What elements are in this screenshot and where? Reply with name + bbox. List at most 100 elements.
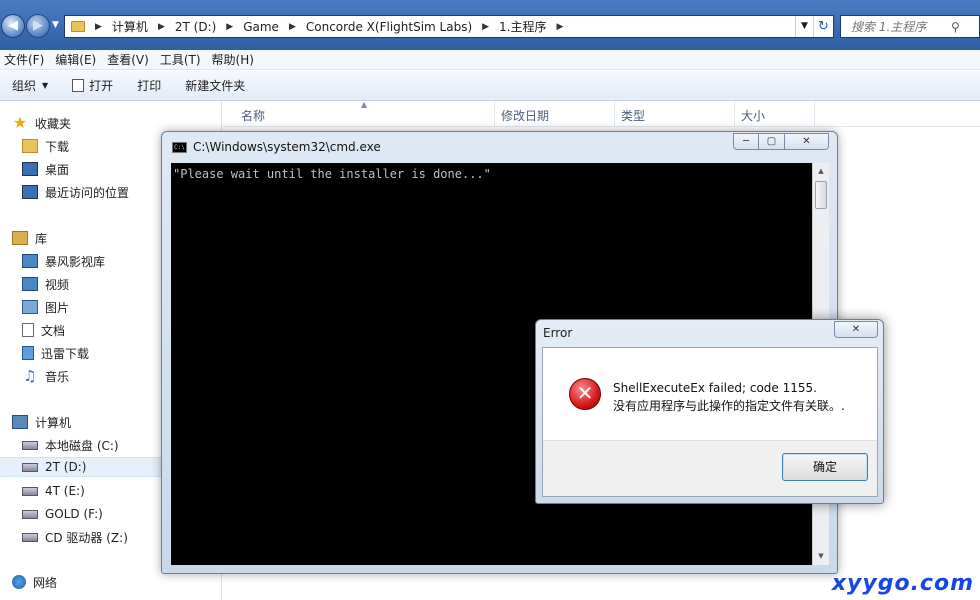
new-folder-label: 新建文件夹 bbox=[185, 79, 246, 93]
dialog-close-button[interactable]: ✕ bbox=[834, 321, 878, 338]
media-library-icon bbox=[22, 254, 38, 268]
breadcrumb-concorde[interactable]: Concorde X(FlightSim Labs) bbox=[300, 20, 478, 34]
sidebar-label: 音乐 bbox=[45, 369, 70, 384]
folder-icon bbox=[71, 21, 85, 32]
menu-tools[interactable]: 工具(T) bbox=[156, 51, 205, 68]
sidebar-item-drive-z[interactable]: CD 驱动器 (Z:) bbox=[22, 527, 128, 547]
sidebar-item-pictures[interactable]: 图片 bbox=[22, 297, 69, 317]
sidebar-item-drive-e[interactable]: 4T (E:) bbox=[22, 481, 85, 501]
sidebar-item-videos[interactable]: 视频 bbox=[22, 274, 69, 294]
menu-edit[interactable]: 编辑(E) bbox=[51, 51, 100, 68]
recent-pages-dropdown[interactable]: ▼ bbox=[52, 20, 59, 30]
open-icon bbox=[72, 79, 85, 92]
breadcrumb-drive-d[interactable]: 2T (D:) bbox=[169, 20, 222, 34]
sidebar-label: 视频 bbox=[45, 277, 70, 292]
cmd-title: C:\Windows\system32\cmd.exe bbox=[193, 140, 381, 154]
chevron-right-icon[interactable]: ▶ bbox=[91, 22, 106, 32]
column-header-row: ▲ 名称 修改日期 类型 大小 bbox=[223, 100, 980, 127]
ok-button[interactable]: 确定 bbox=[782, 453, 868, 481]
column-type[interactable]: 类型 bbox=[615, 101, 735, 127]
print-label: 打印 bbox=[137, 79, 162, 93]
sidebar-label: 桌面 bbox=[45, 162, 70, 177]
menu-file[interactable]: 文件(F) bbox=[0, 51, 48, 68]
drive-icon bbox=[22, 440, 38, 450]
sidebar-favorites[interactable]: ★ 收藏夹 bbox=[12, 113, 71, 133]
sidebar-libraries[interactable]: 库 bbox=[12, 228, 47, 248]
cd-drive-icon bbox=[22, 532, 38, 542]
address-dropdown-button[interactable]: ▼ bbox=[795, 16, 813, 37]
sort-arrow-icon: ▲ bbox=[361, 100, 368, 109]
chevron-right-icon[interactable]: ▶ bbox=[154, 22, 169, 32]
sidebar-network[interactable]: 网络 bbox=[12, 572, 57, 592]
refresh-icon[interactable]: ↻ bbox=[813, 16, 833, 37]
sidebar-item-recent[interactable]: 最近访问的位置 bbox=[22, 182, 129, 202]
new-folder-button[interactable]: 新建文件夹 bbox=[173, 77, 257, 94]
open-label: 打开 bbox=[89, 79, 114, 93]
breadcrumb-game[interactable]: Game bbox=[237, 20, 285, 34]
error-dialog-title: Error bbox=[543, 326, 573, 340]
sidebar-label: 文档 bbox=[41, 323, 66, 338]
column-date-modified[interactable]: 修改日期 bbox=[495, 101, 615, 127]
error-message-line1: ShellExecuteEx failed; code 1155. bbox=[613, 381, 817, 395]
chevron-down-icon: ▼ bbox=[42, 81, 49, 90]
column-name[interactable]: 名称 bbox=[223, 101, 495, 127]
picture-icon bbox=[22, 300, 38, 314]
back-button[interactable]: ◀ bbox=[1, 14, 25, 38]
scroll-thumb[interactable] bbox=[815, 181, 827, 209]
breadcrumb: ▶ 计算机 ▶ 2T (D:) ▶ Game ▶ Concorde X(Flig… bbox=[91, 18, 567, 35]
sidebar-computer[interactable]: 计算机 bbox=[12, 412, 71, 432]
menu-view[interactable]: 查看(V) bbox=[103, 51, 153, 68]
organize-button[interactable]: 组织 ▼ bbox=[0, 77, 60, 94]
chevron-right-icon[interactable]: ▶ bbox=[285, 22, 300, 32]
sidebar-label: 本地磁盘 (C:) bbox=[45, 438, 119, 453]
library-icon bbox=[12, 231, 28, 245]
chevron-right-icon[interactable]: ▶ bbox=[478, 22, 493, 32]
sidebar-label: GOLD (F:) bbox=[45, 507, 103, 521]
sidebar-label: 4T (E:) bbox=[45, 484, 85, 498]
sidebar-item-desktop[interactable]: 桌面 bbox=[22, 159, 69, 179]
search-box[interactable]: ⚲ bbox=[840, 15, 980, 38]
column-size[interactable]: 大小 bbox=[735, 101, 815, 127]
sidebar-label: 下载 bbox=[45, 139, 70, 154]
document-icon bbox=[22, 323, 34, 337]
computer-icon bbox=[12, 415, 28, 429]
sidebar-item-downloads[interactable]: 下载 bbox=[22, 136, 69, 156]
maximize-button[interactable]: ▢ bbox=[759, 133, 785, 150]
sidebar-item-drive-f[interactable]: GOLD (F:) bbox=[22, 504, 103, 524]
breadcrumb-main-program[interactable]: 1.主程序 bbox=[493, 18, 552, 35]
scroll-down-icon[interactable]: ▼ bbox=[813, 548, 829, 565]
menubar: 文件(F) 编辑(E) 查看(V) 工具(T) 帮助(H) bbox=[0, 50, 980, 70]
drive-icon bbox=[22, 509, 38, 519]
chevron-right-icon[interactable]: ▶ bbox=[222, 22, 237, 32]
sidebar-item-documents[interactable]: 文档 bbox=[22, 320, 65, 340]
minimize-button[interactable]: ─ bbox=[733, 133, 759, 150]
sidebar-item-baofeng[interactable]: 暴风影视库 bbox=[22, 251, 105, 271]
sidebar-item-thunder[interactable]: 迅雷下载 bbox=[22, 343, 89, 363]
address-bar-area: ◀ ▶ ▼ ▶ 计算机 ▶ 2T (D:) ▶ Game ▶ Concorde … bbox=[0, 0, 980, 50]
error-message-line2: 没有应用程序与此操作的指定文件有关联。. bbox=[613, 399, 845, 413]
drive-icon bbox=[22, 486, 38, 496]
breadcrumb-computer[interactable]: 计算机 bbox=[106, 18, 154, 35]
sidebar-label: 收藏夹 bbox=[35, 116, 72, 131]
search-input[interactable] bbox=[851, 19, 951, 34]
close-button[interactable]: ✕ bbox=[785, 133, 829, 150]
error-dialog-body: ✕ ShellExecuteEx failed; code 1155. 没有应用… bbox=[542, 347, 878, 497]
sidebar-label: 库 bbox=[35, 231, 48, 246]
error-dialog[interactable]: Error ✕ ✕ ShellExecuteEx failed; code 11… bbox=[535, 319, 884, 504]
sidebar-item-drive-c[interactable]: 本地磁盘 (C:) bbox=[22, 435, 119, 455]
video-icon bbox=[22, 277, 38, 291]
print-button[interactable]: 打印 bbox=[125, 77, 173, 94]
sidebar-label: 迅雷下载 bbox=[41, 346, 90, 361]
forward-button[interactable]: ▶ bbox=[26, 14, 50, 38]
sidebar-item-music[interactable]: ♫ 音乐 bbox=[22, 366, 69, 386]
music-note-icon: ♫ bbox=[23, 367, 37, 385]
menu-help[interactable]: 帮助(H) bbox=[208, 51, 258, 68]
scroll-up-icon[interactable]: ▲ bbox=[813, 163, 829, 180]
search-icon[interactable]: ⚲ bbox=[951, 20, 960, 34]
sidebar-label: CD 驱动器 (Z:) bbox=[45, 530, 128, 545]
error-icon: ✕ bbox=[569, 378, 601, 410]
chevron-right-icon[interactable]: ▶ bbox=[553, 22, 568, 32]
console-text: "Please wait until the installer is done… bbox=[173, 167, 491, 181]
open-button[interactable]: 打开 bbox=[60, 77, 125, 94]
address-field[interactable]: ▶ 计算机 ▶ 2T (D:) ▶ Game ▶ Concorde X(Flig… bbox=[64, 15, 834, 38]
